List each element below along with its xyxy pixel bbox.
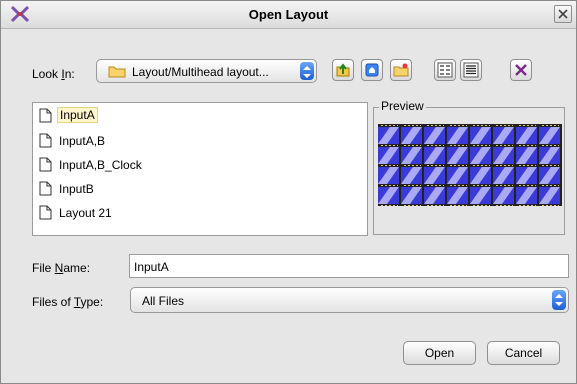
file-name: InputB: [59, 182, 94, 196]
spinner-arrows-icon: [555, 294, 563, 306]
details-view-icon: [463, 62, 479, 78]
cancel-button[interactable]: Cancel: [487, 341, 560, 365]
open-layout-dialog: Open Layout Look In: Layout/Multihead la…: [0, 0, 577, 384]
document-icon: [39, 157, 52, 172]
delete-button[interactable]: [510, 59, 532, 81]
look-in-label: Look In:: [32, 67, 75, 81]
file-name-input[interactable]: InputA: [129, 254, 569, 278]
look-in-spinner[interactable]: [300, 62, 314, 80]
home-icon: [365, 63, 379, 77]
file-type-spinner[interactable]: [552, 290, 566, 310]
dialog-title: Open Layout: [248, 7, 329, 22]
file-list[interactable]: InputA InputA,B InputA,B_Clock InputB La…: [32, 102, 368, 236]
list-item[interactable]: InputA,B_Clock: [39, 156, 359, 174]
list-view-button[interactable]: [434, 59, 456, 81]
up-folder-icon: [336, 63, 350, 77]
list-view-icon: [437, 62, 453, 78]
file-type-value: All Files: [142, 294, 185, 308]
document-icon: [39, 133, 52, 148]
file-name: InputA,B: [59, 134, 106, 148]
look-in-value: Layout/Multihead layout...: [132, 65, 269, 79]
document-icon: [39, 108, 52, 123]
file-name-value: InputA: [134, 260, 169, 274]
up-one-level-button[interactable]: [332, 59, 354, 81]
delete-icon: [515, 64, 527, 76]
title-bar[interactable]: Open Layout: [1, 1, 576, 29]
folder-icon: [108, 66, 126, 78]
list-item[interactable]: InputA: [39, 107, 359, 125]
list-item[interactable]: Layout 21: [39, 204, 359, 222]
open-button[interactable]: Open: [403, 341, 476, 365]
file-type-label: Files of Type:: [32, 295, 104, 309]
close-icon: [558, 9, 568, 19]
list-item[interactable]: InputB: [39, 180, 359, 198]
new-folder-icon: [393, 63, 409, 77]
list-item[interactable]: InputA,B: [39, 132, 359, 150]
file-name: InputA: [57, 107, 98, 123]
preview-title: Preview: [379, 99, 426, 113]
document-icon: [39, 205, 52, 220]
file-name: Layout 21: [59, 206, 112, 220]
new-folder-button[interactable]: [390, 59, 412, 81]
spinner-arrows-icon: [303, 66, 311, 78]
look-in-dropdown[interactable]: Layout/Multihead layout...: [96, 59, 317, 83]
file-name-label: File Name:: [32, 261, 91, 275]
home-button[interactable]: [361, 59, 383, 81]
document-icon: [39, 181, 52, 196]
file-type-dropdown[interactable]: All Files: [130, 287, 569, 313]
file-name: InputA,B_Clock: [59, 158, 142, 172]
close-button[interactable]: [554, 5, 572, 23]
details-view-button[interactable]: [460, 59, 482, 81]
layout-preview-image: [378, 124, 562, 206]
